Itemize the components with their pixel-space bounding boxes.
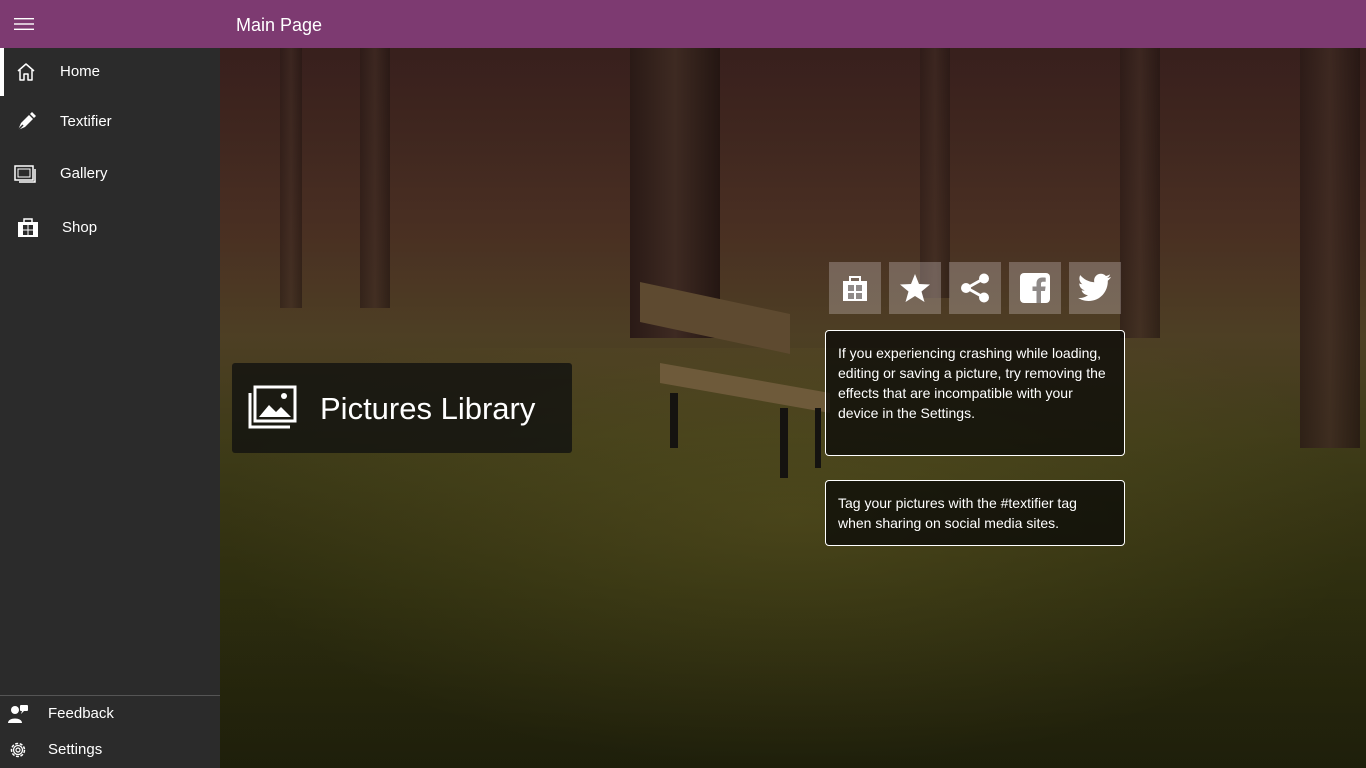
sidebar-item-home[interactable]: Home: [0, 48, 220, 96]
background-tree: [280, 48, 302, 308]
sidebar-item-label: Gallery: [60, 165, 108, 182]
home-icon: [14, 60, 38, 84]
tip-crashing: If you experiencing crashing while loadi…: [825, 330, 1125, 456]
hamburger-icon: [14, 18, 34, 30]
sidebar: Home Textifier Gallery Shop Feedback Set…: [0, 48, 220, 768]
background-bench-leg: [815, 408, 821, 468]
tip-hashtag: Tag your pictures with the #textifier ta…: [825, 480, 1125, 546]
star-icon: [900, 274, 930, 302]
background-tree: [920, 48, 950, 298]
pictures-icon: [248, 385, 298, 429]
background-tree: [360, 48, 390, 308]
background-tree: [1120, 48, 1160, 338]
sidebar-item-label: Settings: [48, 741, 103, 758]
title-bar: Main Page: [0, 0, 1366, 48]
background-bench-leg: [780, 408, 788, 478]
pictures-library-label: Pictures Library: [320, 391, 536, 426]
gallery-icon: [14, 162, 38, 186]
pen-icon: [14, 110, 38, 134]
sidebar-item-label: Shop: [62, 219, 98, 236]
windows-store-icon: [843, 276, 867, 301]
sidebar-item-label: Textifier: [60, 113, 112, 130]
store-icon: [16, 216, 40, 240]
twitter-button[interactable]: [1069, 262, 1121, 314]
sidebar-item-label: Home: [60, 63, 101, 80]
facebook-icon: [1020, 273, 1050, 303]
gear-icon: [6, 738, 30, 762]
background-bench-leg: [670, 393, 678, 448]
twitter-icon: [1078, 273, 1111, 301]
store-button[interactable]: [829, 262, 881, 314]
facebook-button[interactable]: [1009, 262, 1061, 314]
rate-button[interactable]: [889, 262, 941, 314]
pictures-library-button[interactable]: Pictures Library: [232, 363, 572, 453]
sidebar-item-settings[interactable]: Settings: [0, 732, 220, 768]
hamburger-menu-button[interactable]: [0, 0, 48, 48]
feedback-icon: [6, 702, 30, 726]
sidebar-item-shop[interactable]: Shop: [0, 204, 220, 252]
sidebar-item-label: Feedback: [48, 705, 114, 722]
sidebar-item-feedback[interactable]: Feedback: [0, 696, 220, 732]
page-title: Main Page: [236, 15, 323, 35]
share-icon: [961, 273, 989, 303]
share-button[interactable]: [949, 262, 1001, 314]
sidebar-item-textifier[interactable]: Textifier: [0, 98, 220, 146]
background-tree: [1300, 48, 1360, 448]
sidebar-item-gallery[interactable]: Gallery: [0, 150, 220, 198]
